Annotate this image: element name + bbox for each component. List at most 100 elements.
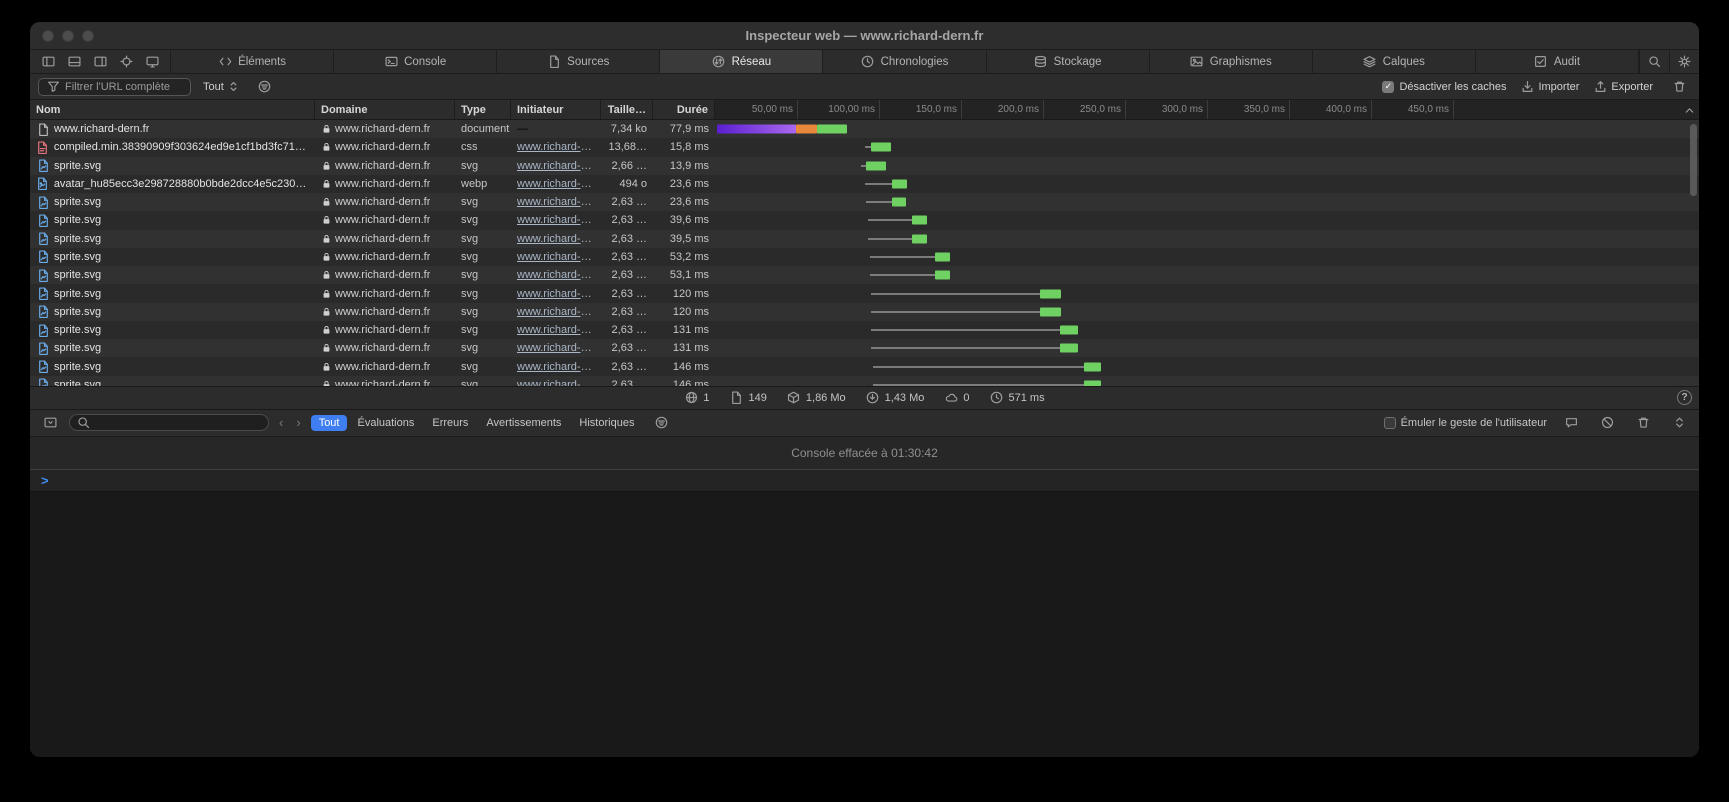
table-row[interactable]: sprite.svgwww.richard-dern.frsvgwww.rich… (30, 193, 1699, 211)
tab-network[interactable]: Réseau (660, 50, 823, 73)
tab-elements[interactable]: Éléments (171, 50, 334, 73)
search-button[interactable] (1639, 50, 1669, 73)
initiator-link[interactable]: www.richard-d… (517, 233, 595, 245)
resource-type-dropdown[interactable]: Tout (199, 79, 245, 95)
expand-console-button[interactable] (1667, 416, 1691, 430)
tab-console[interactable]: Console (334, 50, 497, 73)
resource-domain: www.richard-dern.fr (335, 288, 430, 300)
console-search-input[interactable] (94, 417, 262, 429)
trash-console-button[interactable] (1631, 416, 1655, 430)
console-tab-logs[interactable]: Historiques (571, 415, 642, 431)
svg-file-icon (36, 159, 50, 173)
initiator-link[interactable]: www.richard-d… (517, 306, 595, 318)
table-row[interactable]: sprite.svgwww.richard-dern.frsvgwww.rich… (30, 303, 1699, 321)
checkbox-unchecked-icon (1384, 417, 1396, 429)
table-row[interactable]: sprite.svgwww.richard-dern.frsvgwww.rich… (30, 211, 1699, 229)
initiator-link[interactable]: www.richard-d… (517, 251, 595, 263)
resource-duration: 146 ms (673, 379, 709, 386)
console-tab-all[interactable]: Tout (311, 415, 348, 431)
scroll-top-chevron-icon[interactable] (1682, 103, 1696, 120)
column-header-initiator[interactable]: Initiateur (511, 100, 601, 119)
close-window-button[interactable] (42, 30, 54, 42)
initiator-link[interactable]: www.richard-d… (517, 160, 595, 172)
storage-icon (1034, 55, 1048, 69)
resource-duration: 53,2 ms (670, 251, 709, 263)
column-header-type[interactable]: Type (455, 100, 511, 119)
clear-console-button[interactable] (1595, 416, 1619, 430)
initiator-link[interactable]: www.richard-d… (517, 379, 595, 386)
url-filter-input[interactable] (65, 81, 183, 93)
resource-size: 2,63 … (612, 233, 647, 245)
tab-storage[interactable]: Stockage (987, 50, 1150, 73)
tab-timelines[interactable]: Chronologies (823, 50, 986, 73)
settings-button[interactable] (1669, 50, 1699, 73)
initiator-link[interactable]: www.richard-d… (517, 196, 595, 208)
import-button[interactable]: Importer (1520, 80, 1579, 94)
resource-size: 2,66 … (612, 160, 647, 172)
tab-label: Audit (1554, 56, 1580, 68)
network-icon (712, 55, 726, 69)
previous-result-button[interactable]: ‹ (276, 415, 286, 430)
filter-options-button[interactable] (253, 74, 277, 99)
url-filter-field[interactable] (38, 78, 191, 96)
initiator-link[interactable]: www.richard-d… (517, 288, 595, 300)
console-filter-button[interactable] (38, 410, 62, 436)
initiator-link[interactable]: www.richard-d… (517, 178, 595, 190)
svg-file-icon (36, 323, 50, 337)
zoom-window-button[interactable] (82, 30, 94, 42)
title-bar[interactable]: Inspecteur web — www.richard-dern.fr (30, 22, 1699, 50)
table-row[interactable]: sprite.svgwww.richard-dern.frsvgwww.rich… (30, 230, 1699, 248)
export-button[interactable]: Exporter (1593, 80, 1653, 94)
table-row[interactable]: avatar_hu85ecc3e298728880b0bde2dcc4e5c23… (30, 175, 1699, 193)
console-tab-warnings[interactable]: Avertissements (478, 415, 569, 431)
resource-type: svg (461, 269, 478, 281)
initiator-link[interactable]: www.richard-d… (517, 324, 595, 336)
initiator-link[interactable]: www.richard-d… (517, 141, 595, 153)
minimize-window-button[interactable] (62, 30, 74, 42)
table-row[interactable]: sprite.svgwww.richard-dern.frsvgwww.rich… (30, 321, 1699, 339)
status-item: 1,43 Mo (866, 391, 925, 405)
tab-layers[interactable]: Calques (1313, 50, 1476, 73)
initiator-link[interactable]: www.richard-d… (517, 361, 595, 373)
table-row[interactable]: sprite.svgwww.richard-dern.frsvgwww.rich… (30, 357, 1699, 375)
help-button[interactable]: ? (1677, 390, 1692, 405)
initiator-link[interactable]: www.richard-d… (517, 214, 595, 226)
table-row[interactable]: sprite.svgwww.richard-dern.frsvgwww.rich… (30, 284, 1699, 302)
console-prompt-row[interactable]: > (30, 470, 1699, 492)
tab-sources[interactable]: Sources (497, 50, 660, 73)
disable-caches-checkbox[interactable]: ✓ Désactiver les caches (1382, 81, 1506, 93)
waterfall-bar (715, 230, 1699, 248)
chevron-up-icon (1682, 103, 1696, 117)
resource-size: 2,63 … (612, 251, 647, 263)
console-filter-options-button[interactable] (649, 410, 673, 436)
console-tab-evaluations[interactable]: Évaluations (349, 415, 422, 431)
table-row[interactable]: sprite.svgwww.richard-dern.frsvgwww.rich… (30, 266, 1699, 284)
waterfall-segment-green (871, 143, 891, 152)
vertical-scrollbar[interactable] (1690, 124, 1697, 196)
table-row[interactable]: sprite.svgwww.richard-dern.frsvgwww.rich… (30, 376, 1699, 386)
column-header-domain[interactable]: Domaine (315, 100, 455, 119)
emulate-user-gesture-checkbox[interactable]: Émuler le geste de l'utilisateur (1384, 417, 1547, 429)
resource-name: www.richard-dern.fr (54, 123, 149, 135)
table-row[interactable]: compiled.min.38390909f303624ed9e1cf1bd3f… (30, 138, 1699, 156)
clear-network-button[interactable] (1667, 80, 1691, 94)
waterfall-segment-line (870, 275, 936, 276)
timeline-gridline (961, 100, 962, 119)
console-drawer-button[interactable] (1559, 416, 1583, 430)
resource-duration: 131 ms (673, 324, 709, 336)
column-header-duration[interactable]: Durée (653, 100, 715, 119)
lock-icon (321, 270, 331, 281)
initiator-link[interactable]: www.richard-d… (517, 269, 595, 281)
column-header-size[interactable]: Taille… (601, 100, 653, 119)
console-tab-errors[interactable]: Erreurs (424, 415, 476, 431)
next-result-button[interactable]: › (293, 415, 303, 430)
tab-graphics[interactable]: Graphismes (1150, 50, 1313, 73)
tab-audit[interactable]: Audit (1476, 50, 1639, 73)
table-row[interactable]: www.richard-dern.frwww.richard-dern.frdo… (30, 120, 1699, 138)
initiator-link[interactable]: www.richard-d… (517, 342, 595, 354)
console-search-field[interactable] (69, 414, 269, 431)
column-header-name[interactable]: Nom (30, 100, 315, 119)
table-row[interactable]: sprite.svgwww.richard-dern.frsvgwww.rich… (30, 339, 1699, 357)
table-row[interactable]: sprite.svgwww.richard-dern.frsvgwww.rich… (30, 248, 1699, 266)
table-row[interactable]: sprite.svgwww.richard-dern.frsvgwww.rich… (30, 157, 1699, 175)
